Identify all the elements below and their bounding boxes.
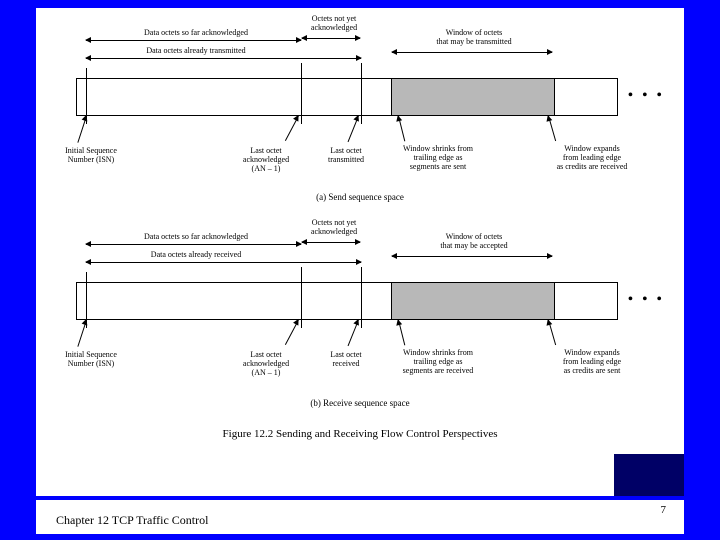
footer: Chapter 12 TCP Traffic Control 7: [36, 500, 684, 534]
send-window-box: [391, 78, 555, 116]
send-lastxmit-label: Last octet transmitted: [311, 146, 381, 164]
recv-call-lastack: [285, 320, 299, 345]
recv-tick-lastack: [301, 267, 302, 328]
send-dots: • • •: [628, 88, 665, 104]
recv-dots: • • •: [628, 292, 665, 308]
recv-lastrcv-label: Last octet received: [311, 350, 381, 368]
send-shrink-label: Window shrinks from trailing edge as seg…: [384, 144, 492, 172]
recv-shrink-label: Window shrinks from trailing edge as seg…: [384, 348, 492, 376]
recv-call-isn: [77, 320, 87, 347]
recv-rcvd-label: Data octets already received: [116, 250, 276, 259]
recv-rcvd-arrow: [86, 262, 361, 263]
recv-isn-label: Initial Sequence Number (ISN): [52, 350, 130, 368]
recv-call-lastrcv: [348, 320, 359, 346]
send-notyet-arrow: [302, 38, 360, 39]
send-tick-lastack: [301, 63, 302, 124]
send-window-label: Window of octets that may be transmitted: [414, 28, 534, 46]
recv-ack-label: Data octets so far acknowledged: [116, 232, 276, 241]
send-lastack-label: Last octet acknowledged (AN – 1): [226, 146, 306, 174]
chapter-label: Chapter 12 TCP Traffic Control: [56, 513, 208, 528]
recv-window-box: [391, 282, 555, 320]
send-window-arrow: [392, 52, 552, 53]
send-call-expand: [548, 116, 556, 141]
send-xmit-label: Data octets already transmitted: [116, 46, 276, 55]
send-tick-lastxmit: [361, 63, 362, 124]
send-notyet-label: Octets not yet acknowledged: [294, 14, 374, 32]
send-call-shrink: [398, 116, 405, 141]
recv-lastack-label: Last octet acknowledged (AN – 1): [226, 350, 306, 378]
send-expand-label: Window expands from leading edge as cred…: [536, 144, 648, 172]
recv-ack-arrow: [86, 244, 301, 245]
page-number: 7: [661, 504, 667, 516]
recv-caption: (b) Receive sequence space: [36, 398, 684, 408]
recv-notyet-arrow: [302, 242, 360, 243]
send-xmit-arrow: [86, 58, 361, 59]
recv-tick-lastrcv: [361, 267, 362, 328]
recv-window-arrow: [392, 256, 552, 257]
figure-title: Figure 12.2 Sending and Receiving Flow C…: [36, 428, 684, 440]
send-isn-label: Initial Sequence Number (ISN): [52, 146, 130, 164]
send-ack-arrow: [86, 40, 301, 41]
send-call-lastack: [285, 116, 299, 141]
recv-call-expand: [548, 320, 556, 345]
send-ack-label: Data octets so far acknowledged: [116, 28, 276, 37]
recv-notyet-label: Octets not yet acknowledged: [294, 218, 374, 236]
send-call-isn: [77, 116, 87, 143]
recv-window-label: Window of octets that may be accepted: [414, 232, 534, 250]
send-caption: (a) Send sequence space: [36, 192, 684, 202]
figure-diagram: Data octets so far acknowledged Data oct…: [36, 8, 684, 496]
send-call-lastxmit: [348, 116, 359, 142]
recv-call-shrink: [398, 320, 405, 345]
recv-expand-label: Window expands from leading edge as cred…: [536, 348, 648, 376]
slide: Data octets so far acknowledged Data oct…: [36, 8, 684, 496]
